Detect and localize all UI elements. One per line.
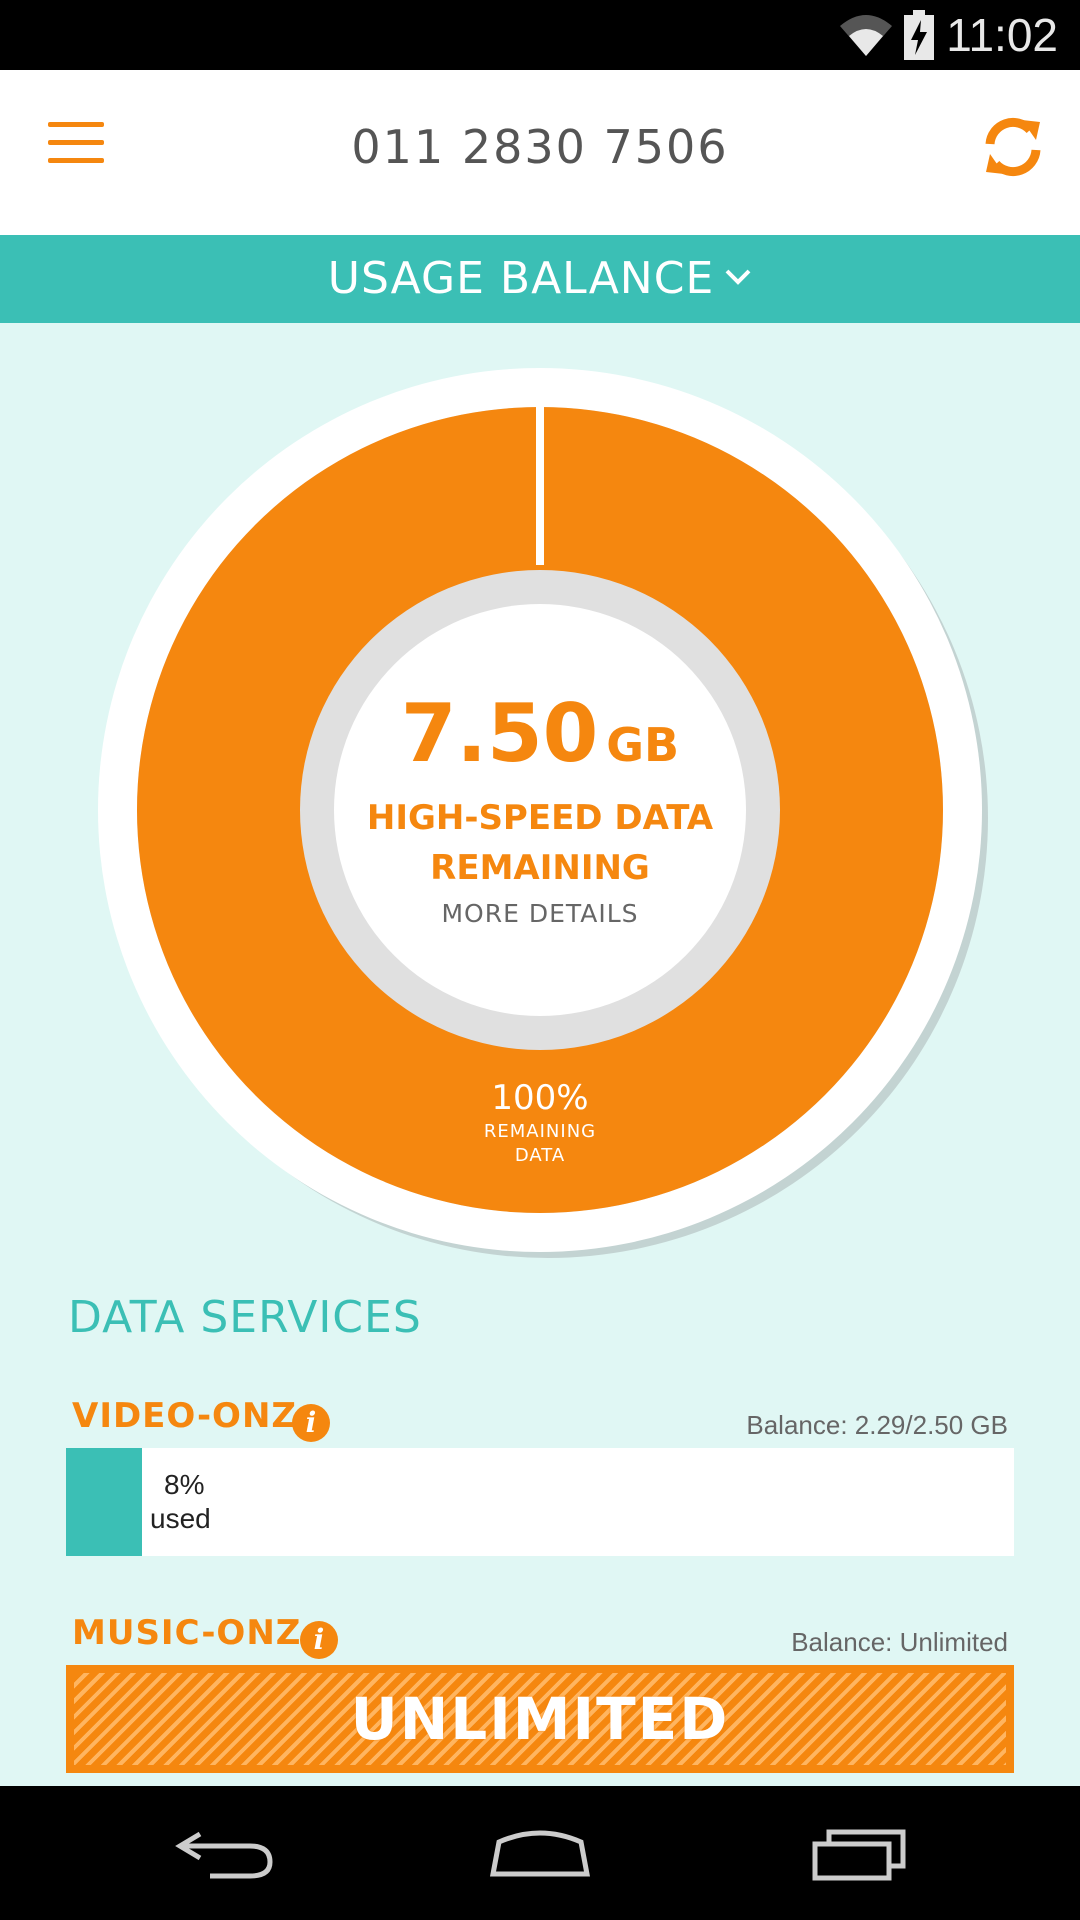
usage-balance-label: USAGE BALANCE — [327, 253, 715, 304]
recent-apps-icon[interactable] — [805, 1814, 915, 1894]
data-amount-value: 7.50 — [400, 687, 599, 780]
donut-start-marker — [536, 400, 544, 565]
video-onz-info-icon[interactable]: i — [292, 1404, 330, 1442]
home-icon[interactable] — [485, 1814, 595, 1894]
video-onz-name: VIDEO-ONZ — [72, 1396, 298, 1436]
music-onz-name: MUSIC-ONZ — [72, 1613, 302, 1653]
data-description: HIGH-SPEED DATA REMAINING — [330, 793, 750, 893]
remaining-percent-value: 100% — [491, 1078, 589, 1118]
more-details-link[interactable]: MORE DETAILS — [330, 899, 750, 928]
data-description-line2: REMAINING — [430, 848, 650, 888]
music-onz-balance: Balance: Unlimited — [791, 1627, 1008, 1657]
donut-center-details[interactable]: 7.50 GB HIGH-SPEED DATA REMAINING MORE DE… — [330, 692, 750, 929]
music-onz-unlimited-bar: UNLIMITED — [66, 1665, 1014, 1773]
system-nav-bar — [0, 1786, 1080, 1920]
app-bar: 011 2830 7506 — [0, 70, 1080, 235]
chevron-down-icon — [725, 269, 751, 285]
data-amount-unit: GB — [606, 718, 680, 772]
phone-number: 011 2830 7506 — [351, 120, 729, 174]
back-icon[interactable] — [170, 1814, 280, 1894]
data-services-title: DATA SERVICES — [68, 1292, 422, 1343]
usage-balance-dropdown[interactable]: USAGE BALANCE — [0, 235, 1080, 323]
video-onz-usage-bar: 8% used — [66, 1448, 1014, 1556]
video-onz-used-text: 8% used — [150, 1468, 211, 1536]
video-onz-usage-fill — [66, 1448, 142, 1556]
remaining-percent-label-line2: DATA — [514, 1145, 566, 1166]
data-description-line1: HIGH-SPEED DATA — [366, 798, 714, 838]
music-onz-info-icon[interactable]: i — [300, 1621, 338, 1659]
video-onz-used-label: used — [150, 1503, 211, 1534]
battery-charging-icon — [904, 10, 934, 60]
video-onz-used-pct: 8% — [164, 1469, 205, 1500]
clock: 11:02 — [946, 9, 1058, 61]
refresh-icon[interactable] — [978, 112, 1048, 182]
music-onz-unlimited-label: UNLIMITED — [350, 1685, 730, 1753]
wifi-icon — [840, 15, 892, 56]
status-bar: 11:02 — [0, 0, 1080, 70]
remaining-percent: 100% REMAINING DATA — [440, 1076, 640, 1168]
data-amount: 7.50 GB — [330, 692, 750, 787]
remaining-percent-label-line1: REMAINING — [483, 1121, 597, 1142]
video-onz-balance: Balance: 2.29/2.50 GB — [746, 1410, 1008, 1440]
